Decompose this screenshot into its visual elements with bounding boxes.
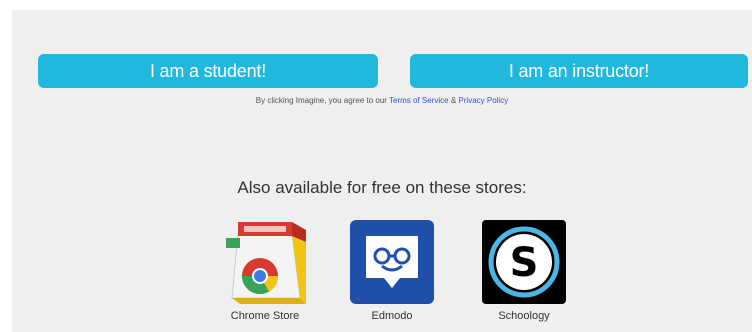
stores-heading: Also available for free on these stores: — [237, 178, 527, 197]
store-chrome[interactable]: Chrome Store — [210, 220, 320, 322]
store-edmodo[interactable]: Edmodo — [337, 220, 447, 322]
schoology-icon: S — [482, 220, 566, 304]
privacy-policy-link[interactable]: Privacy Policy — [458, 96, 508, 105]
store-label: Edmodo — [371, 310, 413, 322]
terms-prefix: By clicking Imagine, you agree to our — [255, 96, 387, 105]
terms-amp: & — [450, 96, 457, 105]
terms-notice: By clicking Imagine, you agree to our Te… — [12, 96, 752, 105]
store-label: Chrome Store — [230, 310, 300, 322]
svg-text:S: S — [510, 240, 539, 286]
instructor-button[interactable]: I am an instructor! — [410, 54, 748, 88]
chrome-store-icon — [226, 222, 306, 304]
store-label: Schoology — [498, 310, 550, 322]
student-button[interactable]: I am a student! — [38, 54, 378, 88]
signup-panel: I am a student! I am an instructor! By c… — [12, 10, 752, 332]
store-schoology[interactable]: S Schoology — [469, 220, 579, 322]
edmodo-icon — [350, 220, 434, 304]
terms-of-service-link[interactable]: Terms of Service — [389, 96, 449, 105]
